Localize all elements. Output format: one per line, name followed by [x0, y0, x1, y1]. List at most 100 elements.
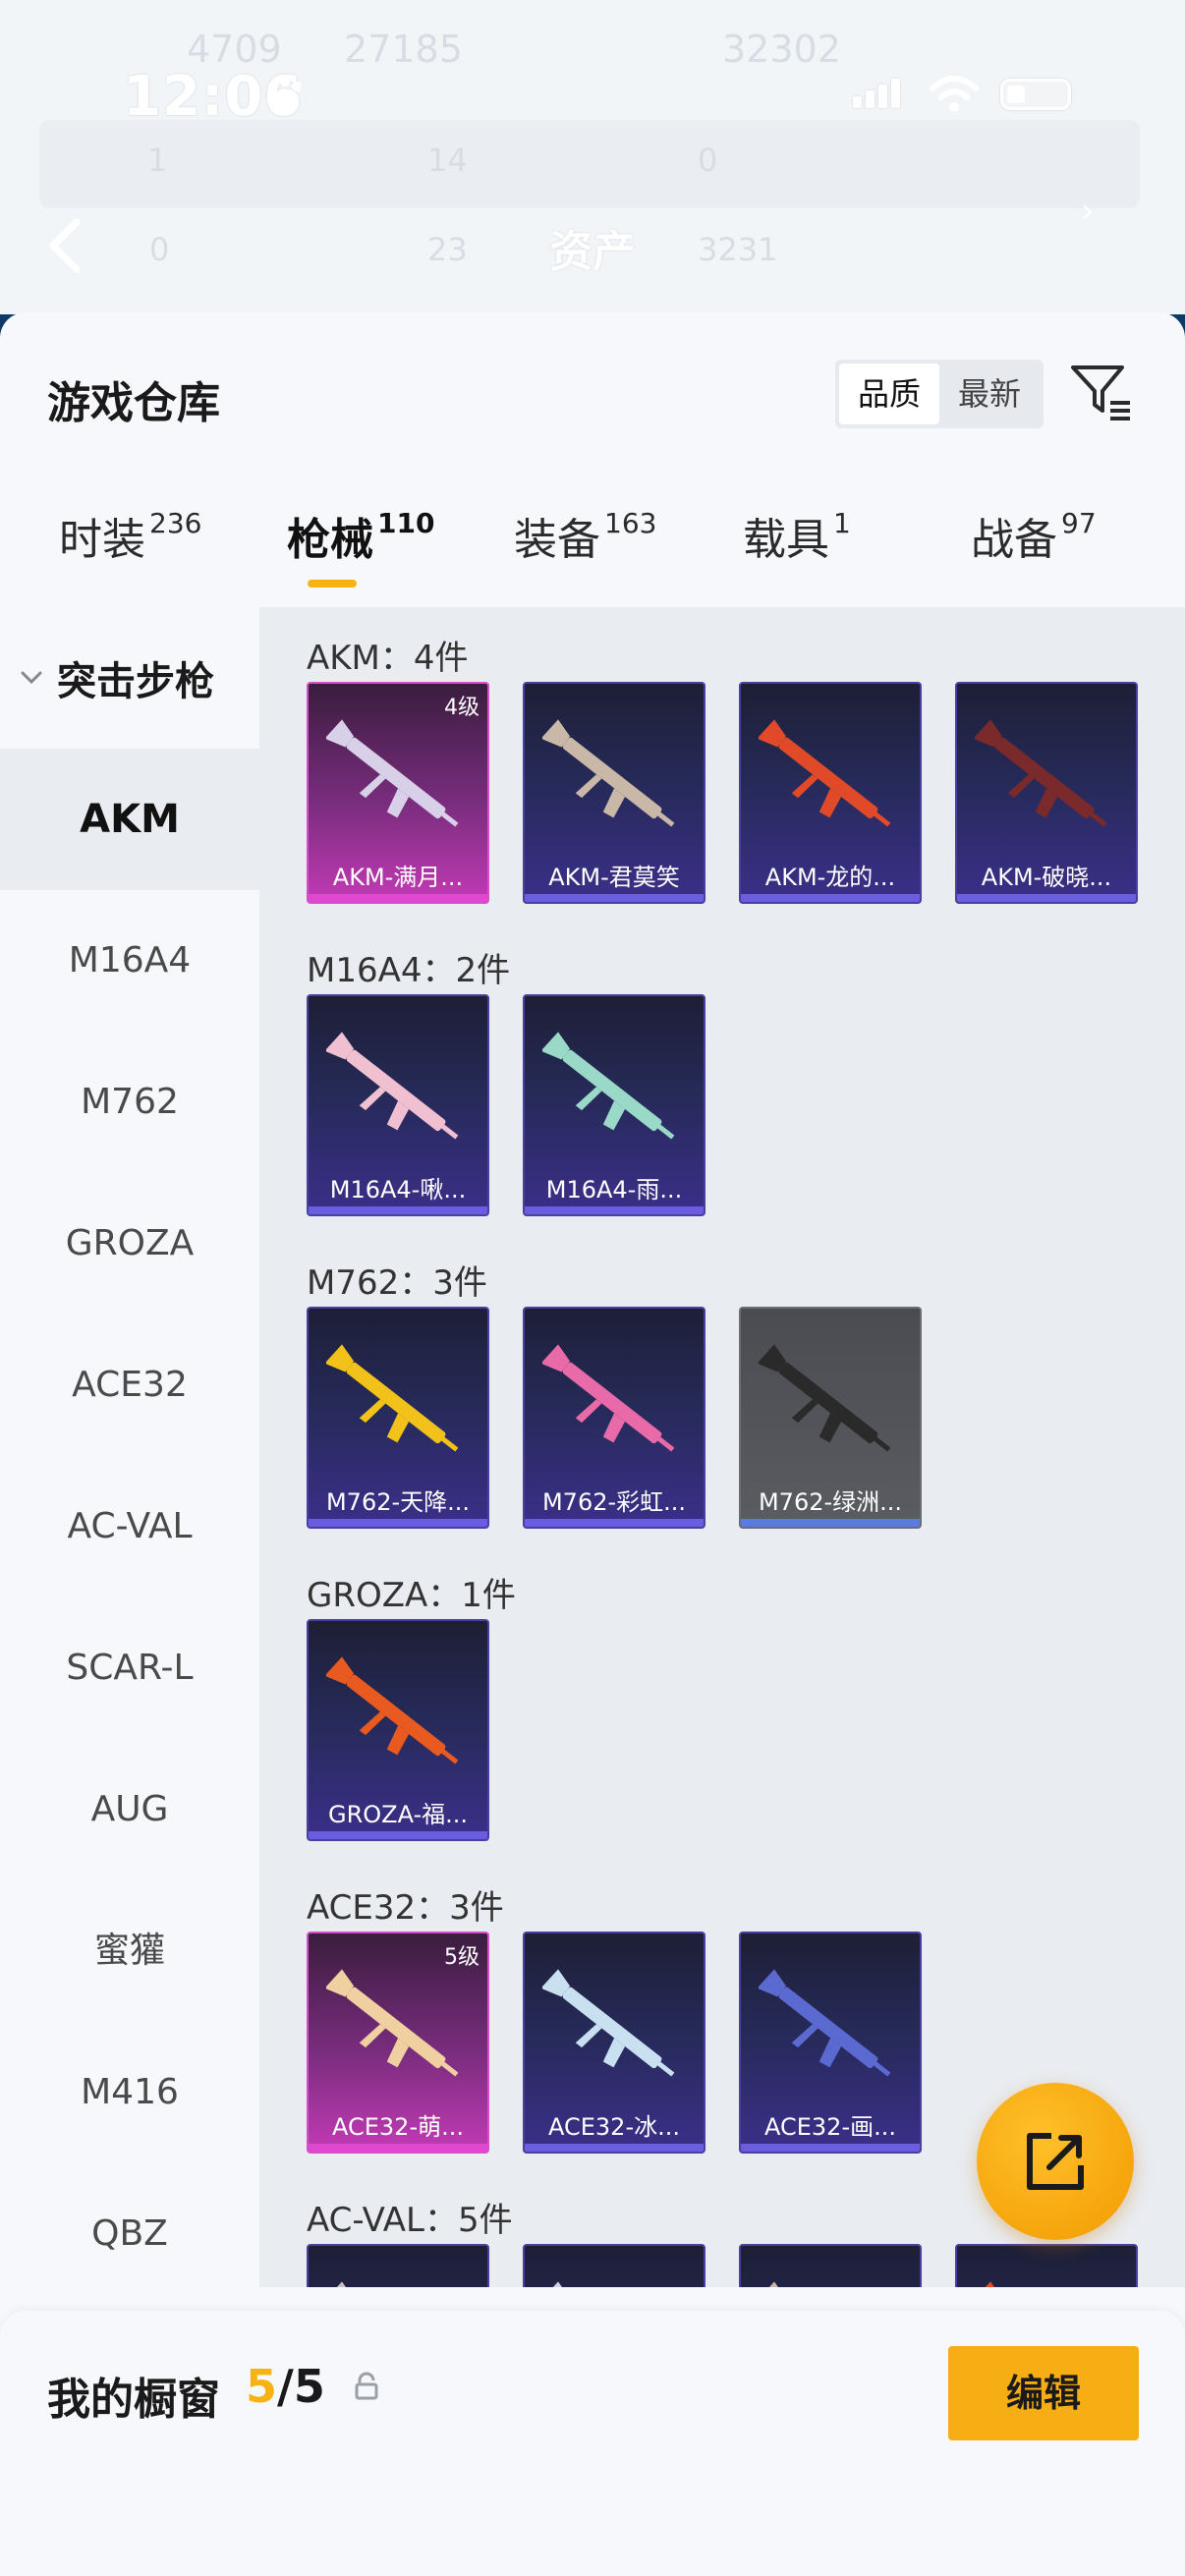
sidebar-item-groza[interactable]: GROZA: [0, 1173, 259, 1315]
rifle-icon: [759, 1344, 891, 1452]
weapon-skin-card[interactable]: ACE32-冰...: [523, 1932, 705, 2154]
tab-label: 枪械: [287, 515, 373, 565]
rifle-icon: [326, 1032, 459, 1140]
group-title: ACE32：3件: [307, 1888, 504, 1928]
sort-toggle: 品质 最新: [835, 360, 1044, 428]
skin-name: ACE32-画...: [763, 2113, 896, 2141]
background-header: 4709 27185 32302 1 14 0 0 23 3231 12:06 …: [0, 0, 1185, 314]
showcase-current: 5: [246, 2360, 278, 2413]
rifle-icon: [542, 1969, 675, 2077]
skin-name: M762-天降...: [325, 1488, 471, 1516]
weapon-skin-card[interactable]: 4级 AKM-满月...: [307, 682, 489, 904]
weapon-skin-card[interactable]: M16A4-啾...: [307, 994, 489, 1216]
skin-name: M762-绿洲...: [758, 1488, 903, 1516]
showcase-separator: /: [277, 2360, 294, 2413]
skin-name: AKM-龙的...: [764, 864, 896, 891]
share-fab[interactable]: [977, 2083, 1134, 2240]
weapon-sidebar: 突击步枪 AKM M16A4 M762 GROZA ACE32 AC-VAL S…: [0, 607, 259, 2287]
sidebar-category-label: 突击步枪: [57, 659, 214, 704]
skin-level: 5级: [444, 1945, 480, 1970]
sidebar-item-qbz[interactable]: QBZ: [0, 2163, 259, 2305]
rifle-icon: [542, 2281, 571, 2287]
showcase-count: 5/5: [246, 2360, 325, 2413]
chevron-right-icon: ›: [1081, 192, 1095, 231]
weapon-skin-card[interactable]: GROZA-福...: [307, 1619, 489, 1841]
skin-name: M16A4-雨...: [545, 1176, 683, 1204]
tab-supplies[interactable]: 战备 97: [971, 504, 1097, 567]
tab-count: 110: [377, 507, 435, 539]
stats-value: 1: [147, 141, 168, 179]
share-icon: [1027, 2133, 1084, 2190]
warehouse-sheet: 游戏仓库 品质 最新 时装 236 枪械 110 装备 163 载具 1 战备 97: [0, 312, 1185, 2576]
tab-firearms[interactable]: 枪械 110: [287, 504, 434, 567]
weapon-skin-card[interactable]: AKM-君莫笑: [523, 682, 705, 904]
sidebar-category-assault-rifle[interactable]: 突击步枪: [0, 607, 259, 749]
weapon-skin-card[interactable]: M762-天降...: [307, 1307, 489, 1529]
tab-count: 236: [149, 507, 202, 539]
skin-name: GROZA-福...: [327, 1801, 469, 1828]
active-tab-indicator: [308, 580, 357, 588]
tab-vehicles[interactable]: 载具 1: [743, 504, 851, 567]
page-title: 资产: [549, 227, 636, 277]
skin-name: M16A4-啾...: [329, 1176, 467, 1204]
weapon-skin-card[interactable]: ACE32-画...: [739, 1932, 922, 2154]
weapon-skin-card[interactable]: M762-彩虹...: [523, 1307, 705, 1529]
weapon-skin-card[interactable]: M16A4-雨...: [523, 994, 705, 1216]
sidebar-item-m762[interactable]: M762: [0, 1032, 259, 1173]
weapon-skin-card[interactable]: [955, 2244, 1138, 2287]
rifle-icon: [326, 2281, 355, 2287]
showcase-max: 5: [293, 2360, 325, 2413]
tab-count: 97: [1061, 507, 1097, 539]
weapon-grid: AKM：4件 4级 AKM-满月... AKM-君莫笑 AKM-龙的... AKM-破晓.…: [259, 607, 1185, 2287]
rifle-icon: [326, 1656, 459, 1764]
sidebar-item-m416[interactable]: M416: [0, 2022, 259, 2163]
rifle-icon: [326, 719, 459, 827]
stats-row: 1 14 0: [39, 120, 1140, 208]
tab-count: 163: [604, 507, 657, 539]
rifle-icon: [759, 2281, 787, 2287]
rifle-icon: [542, 1344, 675, 1452]
lock-icon: [355, 2372, 378, 2400]
skin-name: AKM-君莫笑: [548, 864, 680, 891]
weapon-skin-card[interactable]: [523, 2244, 705, 2287]
rifle-icon: [975, 719, 1107, 827]
paw-icon: [268, 77, 302, 111]
sidebar-item-ace32[interactable]: ACE32: [0, 1315, 259, 1456]
tab-label: 时装: [59, 515, 145, 565]
group-title: M762：3件: [307, 1263, 487, 1303]
sidebar-item-m16a4[interactable]: M16A4: [0, 890, 259, 1032]
rifle-icon: [759, 719, 891, 827]
group-title: AC-VAL：5件: [307, 2201, 513, 2240]
tab-fashion[interactable]: 时装 236: [59, 504, 201, 567]
signal-icon: [853, 79, 904, 108]
sort-quality-button[interactable]: 品质: [839, 364, 939, 424]
tab-label: 装备: [514, 515, 600, 565]
rifle-icon: [759, 1969, 891, 2077]
sidebar-item-scar-l[interactable]: SCAR-L: [0, 1597, 259, 1739]
filter-icon[interactable]: [1067, 358, 1136, 426]
stats-value: 14: [427, 141, 468, 179]
tab-count: 1: [833, 507, 851, 539]
skin-name: ACE32-萌...: [331, 2113, 464, 2141]
sort-newest-button[interactable]: 最新: [939, 364, 1040, 424]
sidebar-item-aug[interactable]: AUG: [0, 1739, 259, 1880]
skin-name: AKM-满月...: [332, 864, 464, 891]
weapon-skin-card[interactable]: M762-绿洲...: [739, 1307, 922, 1529]
group-title: GROZA：1件: [307, 1576, 516, 1615]
edit-button[interactable]: 编辑: [948, 2346, 1139, 2440]
sidebar-item-akm[interactable]: AKM: [0, 749, 259, 890]
sidebar-item-honey-badger[interactable]: 蜜獾: [0, 1880, 259, 2022]
sheet-title: 游戏仓库: [47, 378, 220, 428]
wifi-icon: [930, 76, 979, 112]
tab-equipment[interactable]: 装备 163: [514, 504, 656, 567]
tab-label: 战备: [971, 515, 1057, 565]
rifle-icon: [326, 1969, 459, 2077]
weapon-skin-card[interactable]: 5级 ACE32-萌...: [307, 1932, 489, 2154]
stats-value: 0: [698, 141, 718, 179]
weapon-skin-card[interactable]: [739, 2244, 922, 2287]
sidebar-item-ac-val[interactable]: AC-VAL: [0, 1456, 259, 1597]
weapon-skin-card[interactable]: AKM-龙的...: [739, 682, 922, 904]
weapon-skin-card[interactable]: [307, 2244, 489, 2287]
weapon-skin-card[interactable]: AKM-破晓...: [955, 682, 1138, 904]
skin-level: 4级: [444, 696, 480, 720]
